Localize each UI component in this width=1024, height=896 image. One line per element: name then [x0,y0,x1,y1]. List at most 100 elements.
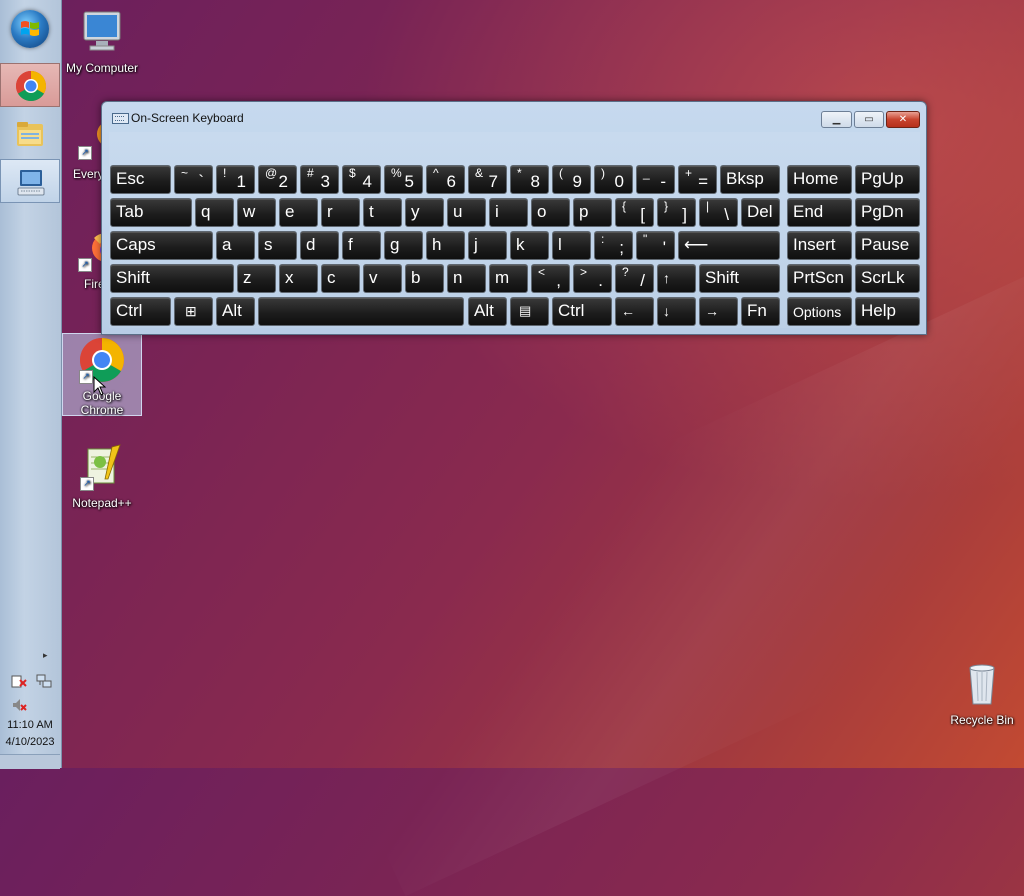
folder-icon [17,122,43,146]
key-space[interactable] [258,297,464,326]
key-p[interactable]: p [573,198,612,227]
key-e[interactable]: e [279,198,318,227]
key-k[interactable]: k [510,231,549,260]
clock-time[interactable]: 11:10 AM [0,719,60,731]
key-semicolon[interactable]: :; [594,231,633,260]
key-fn[interactable]: Fn [741,297,780,326]
key-l[interactable]: l [552,231,591,260]
key-0[interactable]: ) 0 [594,165,633,194]
key-z[interactable]: z [237,264,276,293]
desktop-icon-firefox[interactable]: ↗ Fire [62,228,104,291]
key-1[interactable]: ! 1 [216,165,255,194]
key-caps[interactable]: Caps [110,231,213,260]
key-alt-right[interactable]: Alt [468,297,507,326]
key-2[interactable]: @2 [258,165,297,194]
key-j[interactable]: j [468,231,507,260]
key-t[interactable]: t [363,198,402,227]
desktop-icon-my-computer[interactable]: My Computer [62,8,142,75]
taskbar-chrome-button[interactable] [0,63,60,107]
key-a[interactable]: a [216,231,255,260]
key-ctrl-right[interactable]: Ctrl [552,297,612,326]
key-equals[interactable]: + = [678,165,717,194]
key-pause[interactable]: Pause [855,231,920,260]
key-u[interactable]: u [447,198,486,227]
network-icon[interactable] [36,673,52,689]
key-s[interactable]: s [258,231,297,260]
key-arrow-right[interactable]: → [699,297,738,326]
key-arrow-left[interactable]: ← [615,297,654,326]
key-7[interactable]: & 7 [468,165,507,194]
key-menu[interactable]: ▤ [510,297,549,326]
key-slash[interactable]: ? / [615,264,654,293]
key-home[interactable]: Home [787,165,852,194]
key-quote[interactable]: " ' [636,231,675,260]
key-b[interactable]: b [405,264,444,293]
key-arrow-up[interactable]: ↑ [657,264,696,293]
taskbar-explorer-button[interactable] [0,112,60,156]
key-end[interactable]: End [787,198,852,227]
key-pgdn[interactable]: PgDn [855,198,920,227]
key-h[interactable]: h [426,231,465,260]
desktop-icon-notepadpp[interactable]: ↗ Notepad++ [62,443,142,510]
key-m[interactable]: m [489,264,528,293]
key-x[interactable]: x [279,264,318,293]
key-backtick[interactable]: ~ ` [174,165,213,194]
key-n[interactable]: n [447,264,486,293]
key-q[interactable]: q [195,198,234,227]
maximize-button[interactable]: ▭ [854,111,884,128]
clock-date[interactable]: 4/10/2023 [0,736,60,748]
monitor-keyboard-icon [17,170,45,196]
show-desktop-button[interactable] [0,754,60,769]
desktop-icon-recycle-bin[interactable]: Recycle Bin [942,660,1022,727]
key-options[interactable]: Options [787,297,852,326]
key-o[interactable]: o [531,198,570,227]
key-i[interactable]: i [489,198,528,227]
key-shift-left[interactable]: Shift [110,264,234,293]
window-titlebar[interactable]: On-Screen Keyboard ▁ ▭ ✕ [102,102,926,132]
key-open-bracket[interactable]: {[ [615,198,654,227]
action-center-icon[interactable] [11,673,27,689]
start-button[interactable] [11,10,49,48]
key-esc[interactable]: Esc [110,165,171,194]
key-6[interactable]: ^ 6 [426,165,465,194]
key-comma[interactable]: <, [531,264,570,293]
key-backslash[interactable]: | \ [699,198,738,227]
key-ctrl-left[interactable]: Ctrl [110,297,171,326]
key-alt-left[interactable]: Alt [216,297,255,326]
key-close-bracket[interactable]: }] [657,198,696,227]
key-8[interactable]: * 8 [510,165,549,194]
volume-muted-icon[interactable] [11,697,27,713]
key-enter[interactable]: ⟵ [678,231,780,260]
taskbar-osk-button[interactable] [0,159,60,203]
key-4[interactable]: $4 [342,165,381,194]
key-r[interactable]: r [321,198,360,227]
key-backspace[interactable]: Bksp [720,165,780,194]
key-windows[interactable]: ⊞ [174,297,213,326]
minimize-button[interactable]: ▁ [821,111,852,128]
key-arrow-down[interactable]: ↓ [657,297,696,326]
key-prtscn[interactable]: PrtScn [787,264,852,293]
close-button[interactable]: ✕ [886,111,920,128]
key-insert[interactable]: Insert [787,231,852,260]
key-d[interactable]: d [300,231,339,260]
key-period[interactable]: >. [573,264,612,293]
desktop-icon-everything[interactable]: ↗ Every [62,118,104,181]
key-9[interactable]: (9 [552,165,591,194]
desktop-icon-google-chrome[interactable]: ↗ Google Chrome [62,333,142,417]
key-minus[interactable]: _ - [636,165,675,194]
key-g[interactable]: g [384,231,423,260]
key-del[interactable]: Del [741,198,780,227]
key-v[interactable]: v [363,264,402,293]
tray-expand-icon[interactable]: ▸ [43,651,48,661]
key-y[interactable]: y [405,198,444,227]
key-3[interactable]: #3 [300,165,339,194]
key-help[interactable]: Help [855,297,920,326]
key-tab[interactable]: Tab [110,198,192,227]
key-scrlk[interactable]: ScrLk [855,264,920,293]
key-pgup[interactable]: PgUp [855,165,920,194]
key-5[interactable]: % 5 [384,165,423,194]
key-c[interactable]: c [321,264,360,293]
key-f[interactable]: f [342,231,381,260]
key-w[interactable]: w [237,198,276,227]
key-shift-right[interactable]: Shift [699,264,780,293]
